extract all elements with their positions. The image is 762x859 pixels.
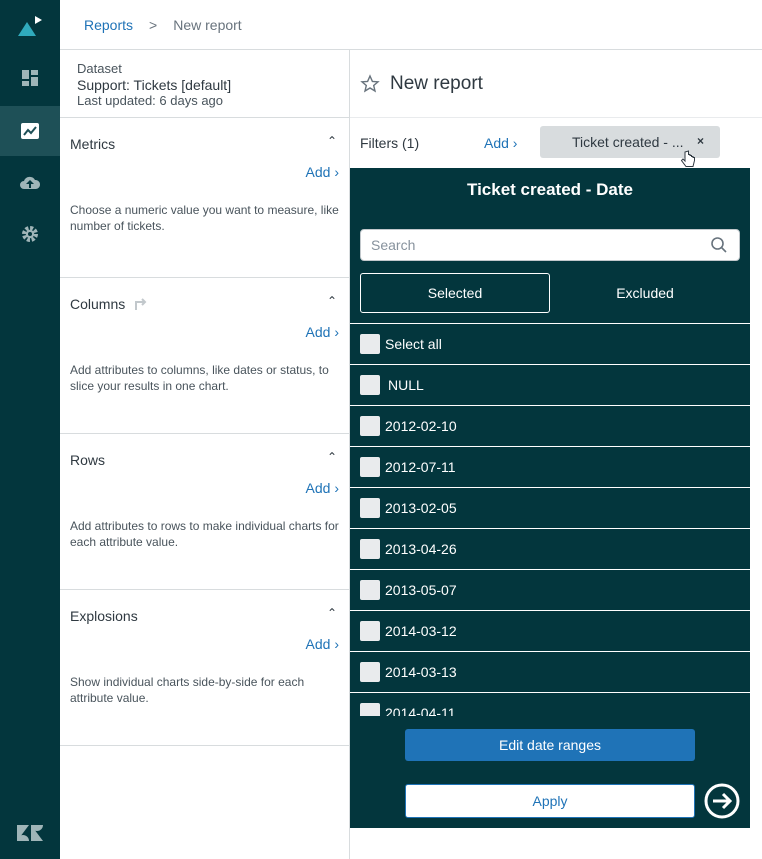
report-config-panel: Dataset Support: Tickets [default] Last … — [60, 50, 350, 859]
list-item-label: 2013-05-07 — [385, 582, 457, 598]
gear-icon — [22, 226, 38, 242]
dashboard-icon — [22, 70, 38, 86]
nav-rail — [0, 0, 60, 859]
breadcrumb-reports-link[interactable]: Reports — [84, 17, 133, 33]
checkbox[interactable] — [360, 539, 380, 559]
list-item-label: 2012-02-10 — [385, 418, 457, 434]
close-icon[interactable]: × — [697, 134, 704, 148]
columns-title: Columns — [70, 296, 126, 312]
list-item[interactable]: 2013-05-07 — [350, 570, 750, 611]
chevron-up-icon[interactable]: ⌃ — [327, 606, 337, 620]
list-item-label: 2012-07-11 — [385, 459, 456, 475]
nav-admin[interactable] — [0, 209, 60, 259]
columns-title-wrap: Columns — [70, 296, 149, 312]
checkbox[interactable] — [360, 662, 380, 682]
chevron-up-icon[interactable]: ⌃ — [327, 294, 337, 308]
metrics-add-button[interactable]: Add › — [306, 164, 339, 180]
filter-popover: Ticket created - Date Selected Excluded … — [350, 168, 750, 828]
list-item[interactable]: 2014-04-11 — [350, 693, 750, 716]
chevron-up-icon[interactable]: ⌃ — [327, 450, 337, 464]
edit-date-ranges-button[interactable]: Edit date ranges — [405, 729, 695, 761]
filters-label: Filters (1) — [360, 135, 420, 151]
list-item[interactable]: 2012-07-11 — [350, 447, 750, 488]
filter-pill-label: Ticket created - ... — [572, 134, 684, 150]
value-list[interactable]: Select all NULL 2012-02-10 2012-07-11 20… — [350, 323, 750, 716]
tab-excluded[interactable]: Excluded — [550, 273, 740, 313]
report-title[interactable]: New report — [390, 73, 483, 95]
list-item-label: 2013-02-05 — [385, 500, 457, 516]
list-item-label: NULL — [388, 377, 424, 393]
breadcrumb-separator: > — [149, 16, 158, 33]
apply-button[interactable]: Apply — [405, 784, 695, 818]
list-item[interactable]: 2014-03-12 — [350, 611, 750, 652]
dataset-updated: Last updated: 6 days ago — [77, 93, 224, 108]
checkbox[interactable] — [360, 416, 380, 436]
list-item-label: 2014-03-12 — [385, 623, 457, 639]
popover-title: Ticket created - Date — [467, 180, 633, 199]
dataset-label: Dataset — [77, 61, 122, 76]
list-item[interactable]: 2013-04-26 — [350, 529, 750, 570]
checkbox[interactable] — [360, 703, 380, 716]
metrics-description: Choose a numeric value you want to measu… — [70, 203, 339, 233]
list-item-label: Select all — [385, 336, 442, 352]
rows-add-button[interactable]: Add › — [306, 480, 339, 496]
list-item-label: 2014-04-11 — [385, 705, 456, 716]
explosions-title: Explosions — [70, 608, 138, 624]
report-header: New report — [350, 50, 762, 118]
metrics-section: Metrics ⌃ Add › Choose a numeric value y… — [60, 118, 349, 278]
checkbox[interactable] — [360, 498, 380, 518]
list-item[interactable]: Select all — [350, 324, 750, 365]
hand-cursor-icon — [680, 150, 695, 167]
tab-selected[interactable]: Selected — [360, 273, 550, 313]
list-item[interactable]: 2013-02-05 — [350, 488, 750, 529]
list-item[interactable]: 2012-02-10 — [350, 406, 750, 447]
explosions-add-button[interactable]: Add › — [306, 636, 339, 652]
swap-icon[interactable] — [133, 296, 149, 312]
explore-logo-icon[interactable] — [16, 14, 46, 38]
nav-datasets[interactable] — [0, 158, 60, 208]
dataset-info[interactable]: Dataset Support: Tickets [default] Last … — [60, 50, 349, 118]
rows-description: Add attributes to rows to make individua… — [70, 519, 339, 549]
breadcrumb-current: New report — [173, 16, 242, 33]
dataset-name: Support: Tickets [default] — [77, 77, 232, 93]
list-item[interactable]: 2014-03-13 — [350, 652, 750, 693]
list-item[interactable]: NULL — [350, 365, 750, 406]
list-item-label: 2013-04-26 — [385, 541, 457, 557]
nav-reports[interactable] — [0, 106, 60, 156]
rows-section: Rows ⌃ Add › Add attributes to rows to m… — [60, 434, 349, 590]
checkbox[interactable] — [360, 375, 380, 395]
checkbox[interactable] — [360, 621, 380, 641]
star-icon[interactable] — [360, 73, 380, 94]
zendesk-logo-icon[interactable] — [15, 821, 45, 845]
chevron-up-icon[interactable]: ⌃ — [327, 134, 337, 148]
arrow-right-circle-icon[interactable] — [704, 783, 740, 819]
search-input[interactable] — [360, 229, 740, 261]
columns-add-button[interactable]: Add › — [306, 324, 339, 340]
list-item-label: 2014-03-13 — [385, 664, 457, 680]
columns-section: Columns ⌃ Add › Add attributes to column… — [60, 278, 349, 434]
metrics-title: Metrics — [70, 136, 116, 152]
explosions-description: Show individual charts side-by-side for … — [70, 675, 305, 705]
nav-dashboards[interactable] — [0, 53, 60, 103]
filters-bar: Filters (1) Add › Ticket created - ... × — [350, 118, 762, 168]
checkbox[interactable] — [360, 457, 380, 477]
checkbox[interactable] — [360, 334, 380, 354]
checkbox[interactable] — [360, 580, 380, 600]
explosions-section: Explosions ⌃ Add › Show individual chart… — [60, 590, 349, 746]
rows-title: Rows — [70, 452, 106, 468]
reports-chart-icon — [21, 123, 39, 139]
search-icon[interactable] — [710, 236, 728, 254]
filters-add-button[interactable]: Add › — [484, 135, 517, 151]
cloud-upload-icon — [20, 176, 41, 189]
breadcrumb: Reports > New report — [60, 0, 762, 50]
columns-description: Add attributes to columns, like dates or… — [70, 363, 329, 393]
